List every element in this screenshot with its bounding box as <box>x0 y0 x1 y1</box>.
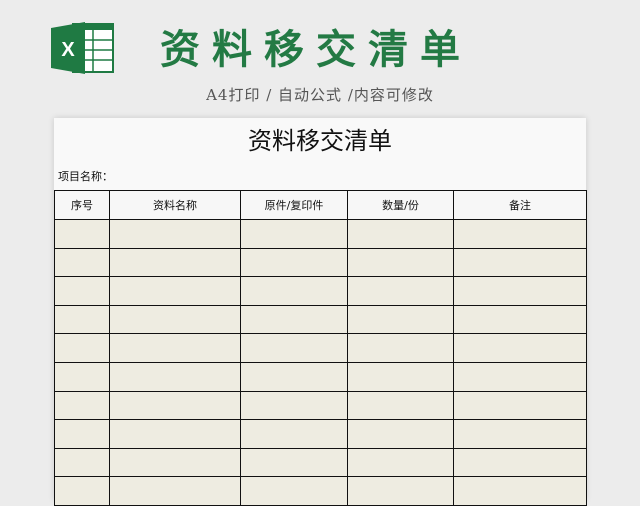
project-name-label: 项目名称： <box>58 170 113 183</box>
table-cell[interactable] <box>347 390 454 421</box>
table-cell[interactable] <box>54 419 110 449</box>
table-cell[interactable] <box>347 419 454 449</box>
table-cell[interactable] <box>54 361 110 392</box>
table-cell[interactable] <box>347 219 454 249</box>
table-cell[interactable] <box>240 219 348 249</box>
table-cell[interactable] <box>54 390 110 421</box>
table-cell[interactable] <box>54 333 110 363</box>
table-cell[interactable] <box>453 361 587 392</box>
sheet-title: 资料移交清单 <box>248 127 392 155</box>
table-cell[interactable] <box>240 476 348 506</box>
table-cell[interactable] <box>240 361 348 392</box>
table-header-row: 序号 资料名称 原件/复印件 数量/份 备注 <box>54 190 587 220</box>
excel-logo-letter: X <box>61 39 75 61</box>
table-row <box>54 219 587 249</box>
table-row <box>54 304 587 335</box>
handover-table: 序号 资料名称 原件/复印件 数量/份 备注 <box>54 190 587 506</box>
table-cell[interactable] <box>109 476 241 506</box>
table-cell[interactable] <box>453 304 587 335</box>
table-cell[interactable] <box>109 447 241 478</box>
table-cell[interactable] <box>347 247 454 278</box>
table-cell[interactable] <box>347 361 454 392</box>
table-cell[interactable] <box>109 247 241 278</box>
column-header: 数量/份 <box>347 190 454 220</box>
banner-subtitle: A4打印 / 自动公式 /内容可修改 <box>206 86 434 104</box>
table-cell[interactable] <box>347 333 454 363</box>
banner-title: 资料移交清单 <box>160 26 472 73</box>
column-header: 资料名称 <box>109 190 241 220</box>
excel-icon: X <box>51 22 114 74</box>
table-cell[interactable] <box>109 304 241 335</box>
table-row <box>54 419 587 449</box>
column-header: 备注 <box>453 190 587 220</box>
table-cell[interactable] <box>240 447 348 478</box>
table-cell[interactable] <box>453 419 587 449</box>
table-cell[interactable] <box>453 333 587 363</box>
table-cell[interactable] <box>347 304 454 335</box>
table-cell[interactable] <box>453 390 587 421</box>
column-header: 原件/复印件 <box>240 190 348 220</box>
table-cell[interactable] <box>240 390 348 421</box>
column-header: 序号 <box>54 190 110 220</box>
table-cell[interactable] <box>240 304 348 335</box>
table-cell[interactable] <box>347 276 454 306</box>
table-cell[interactable] <box>453 276 587 306</box>
table-cell[interactable] <box>54 304 110 335</box>
table-row <box>54 390 587 421</box>
table-cell[interactable] <box>54 447 110 478</box>
table-cell[interactable] <box>240 333 348 363</box>
table-row <box>54 447 587 478</box>
table-row <box>54 247 587 278</box>
table-cell[interactable] <box>109 361 241 392</box>
table-body <box>54 219 587 506</box>
table-cell[interactable] <box>109 419 241 449</box>
table-cell[interactable] <box>347 476 454 506</box>
table-row <box>54 276 587 306</box>
table-cell[interactable] <box>109 333 241 363</box>
table-cell[interactable] <box>453 219 587 249</box>
table-cell[interactable] <box>109 390 241 421</box>
spreadsheet-preview: 资料移交清单 项目名称： 序号 资料名称 原件/复印件 数量/份 备注 <box>54 118 587 506</box>
table-cell[interactable] <box>240 247 348 278</box>
table-row <box>54 361 587 392</box>
table-cell[interactable] <box>54 476 110 506</box>
table-cell[interactable] <box>240 419 348 449</box>
table-cell[interactable] <box>109 276 241 306</box>
table-row <box>54 476 587 506</box>
table-cell[interactable] <box>240 276 348 306</box>
banner: X 资料移交清单 A4打印 / 自动公式 /内容可修改 <box>0 0 640 118</box>
table-cell[interactable] <box>453 476 587 506</box>
table-cell[interactable] <box>347 447 454 478</box>
table-row <box>54 333 587 363</box>
table-cell[interactable] <box>54 247 110 278</box>
table-cell[interactable] <box>453 247 587 278</box>
table-cell[interactable] <box>109 219 241 249</box>
table-cell[interactable] <box>453 447 587 478</box>
table-cell[interactable] <box>54 276 110 306</box>
table-cell[interactable] <box>54 219 110 249</box>
